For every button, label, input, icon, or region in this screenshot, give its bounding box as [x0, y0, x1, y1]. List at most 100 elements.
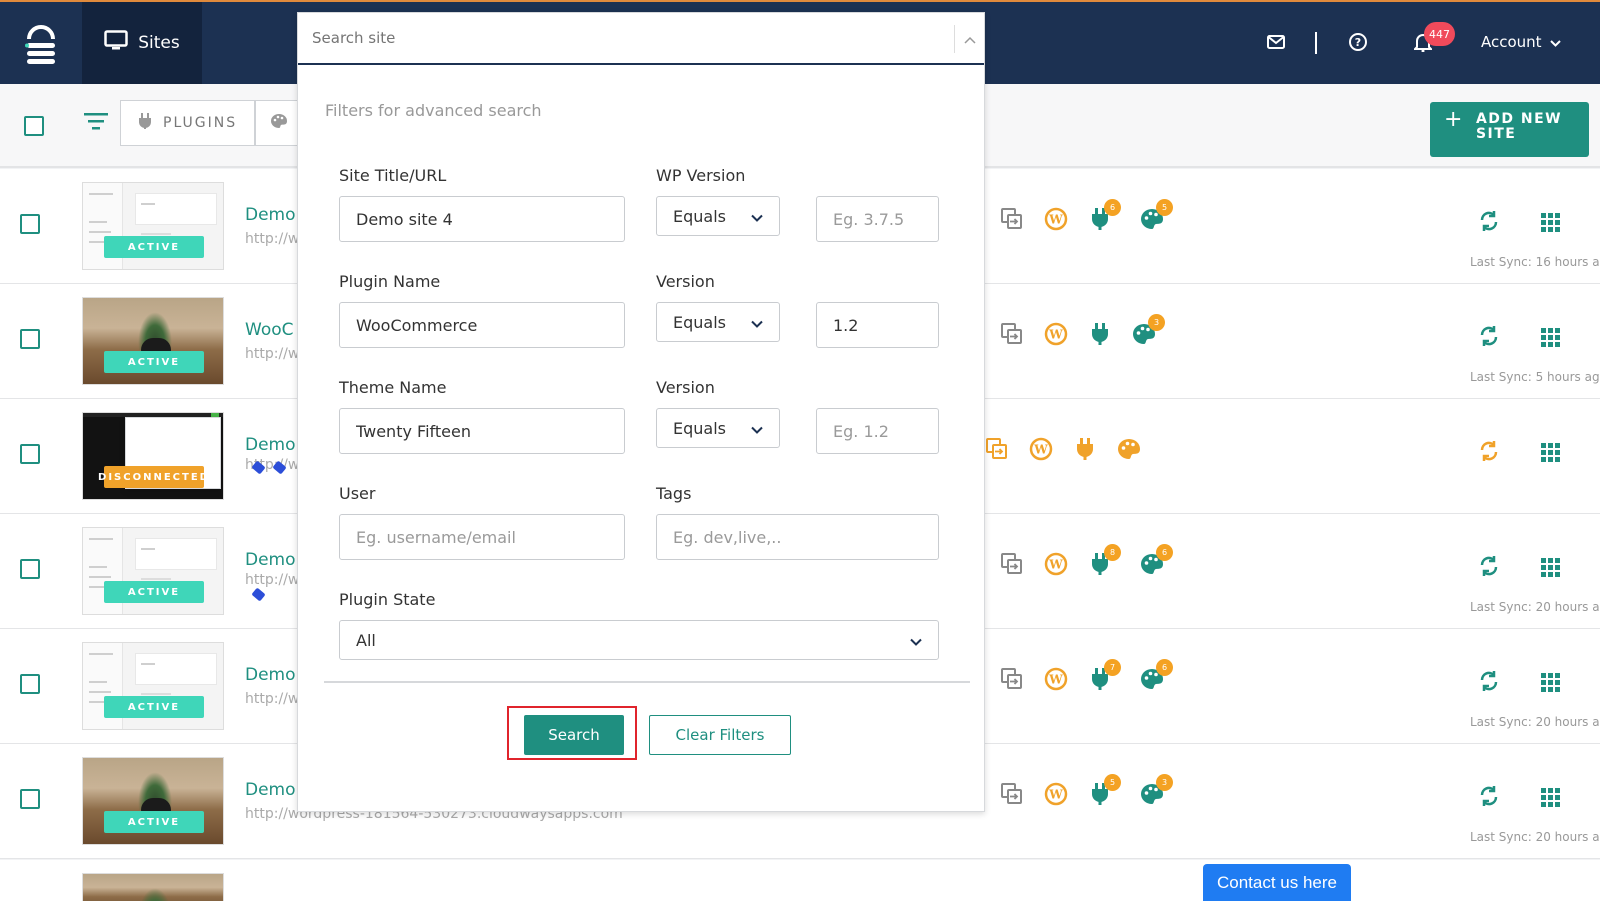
select-all-checkbox[interactable]	[24, 116, 44, 136]
chevron-down-icon	[751, 419, 763, 438]
palette-icon[interactable]: 6	[1140, 659, 1173, 691]
login-icon[interactable]	[985, 437, 1009, 461]
plugin-version-operator-value: Equals	[673, 312, 726, 332]
row-checkbox[interactable]	[20, 444, 40, 464]
plug-icon[interactable]	[1073, 437, 1097, 461]
last-sync-text: Last Sync: 5 hours ago	[1470, 370, 1600, 384]
chevron-down-icon	[751, 207, 763, 226]
row-checkbox[interactable]	[20, 214, 40, 234]
row-checkbox[interactable]	[20, 789, 40, 809]
plug-icon[interactable]: 8	[1088, 544, 1121, 576]
user-input[interactable]	[339, 514, 625, 560]
chevron-down-icon	[1549, 33, 1561, 51]
status-badge: ACTIVE	[104, 236, 204, 258]
login-icon[interactable]	[1000, 667, 1024, 691]
palette-icon[interactable]: 3	[1132, 314, 1165, 346]
logo-icon[interactable]	[0, 2, 82, 84]
collapse-search-button[interactable]	[954, 25, 984, 53]
wp-version-operator-value: Equals	[673, 206, 726, 226]
wordpress-icon[interactable]: W	[1044, 207, 1068, 231]
site-name-link[interactable]: Demo	[245, 780, 296, 800]
site-name-link[interactable]: Demo	[245, 665, 296, 685]
site-name-link[interactable]: Demo	[245, 435, 296, 455]
plug-icon[interactable]: 5	[1088, 774, 1121, 806]
plug-icon[interactable]	[1088, 322, 1112, 346]
sync-icon[interactable]	[1478, 209, 1500, 237]
site-actions: W 7 6	[1000, 659, 1184, 691]
apps-grid-icon[interactable]	[1541, 213, 1560, 232]
wordpress-icon[interactable]: W	[1044, 782, 1068, 806]
site-url-link[interactable]: http://w	[245, 691, 299, 707]
wordpress-icon[interactable]: W	[1044, 667, 1068, 691]
sync-icon[interactable]	[1478, 439, 1500, 467]
login-icon[interactable]	[1000, 207, 1024, 231]
site-url-link[interactable]: http://w	[245, 572, 299, 588]
site-name-link[interactable]: Demo	[245, 205, 296, 225]
tags-input[interactable]	[656, 514, 939, 560]
theme-version-input[interactable]	[816, 408, 939, 454]
search-input[interactable]	[312, 29, 932, 47]
plugin-version-operator-select[interactable]: Equals	[656, 302, 780, 342]
nav-tab-sites[interactable]: Sites	[82, 2, 202, 84]
wp-version-operator-select[interactable]: Equals	[656, 196, 780, 236]
row-checkbox[interactable]	[20, 674, 40, 694]
site-name-link[interactable]: WooC	[245, 320, 294, 340]
theme-update-badge: 6	[1156, 544, 1173, 561]
tag-icon[interactable]	[251, 587, 266, 602]
plugin-version-input[interactable]	[816, 302, 939, 348]
login-icon[interactable]	[1000, 322, 1024, 346]
row-checkbox[interactable]	[20, 329, 40, 349]
sync-icon[interactable]	[1478, 324, 1500, 352]
plugin-state-select[interactable]: All	[339, 620, 939, 660]
palette-icon[interactable]: 3	[1140, 774, 1173, 806]
theme-version-operator-select[interactable]: Equals	[656, 408, 780, 448]
sync-icon[interactable]	[1478, 554, 1500, 582]
mail-icon[interactable]	[1264, 30, 1288, 54]
apps-grid-icon[interactable]	[1541, 673, 1560, 692]
clear-filters-button[interactable]: Clear Filters	[649, 715, 791, 755]
palette-icon[interactable]	[1117, 437, 1141, 461]
apps-grid-icon[interactable]	[1541, 328, 1560, 347]
table-row[interactable]	[0, 860, 1600, 901]
help-icon[interactable]: ?	[1346, 30, 1370, 54]
plug-icon[interactable]: 6	[1088, 199, 1121, 231]
plugins-filter-chip[interactable]: PLUGINS	[120, 100, 255, 146]
site-thumbnail	[82, 873, 224, 901]
site-actions: W 8 6	[1000, 544, 1184, 576]
palette-icon[interactable]: 6	[1140, 544, 1173, 576]
wp-version-input[interactable]	[816, 196, 939, 242]
apps-grid-icon[interactable]	[1541, 788, 1560, 807]
login-icon[interactable]	[1000, 782, 1024, 806]
sync-icon[interactable]	[1478, 784, 1500, 812]
apps-grid-icon[interactable]	[1541, 558, 1560, 577]
plug-icon[interactable]: 7	[1088, 659, 1121, 691]
tags-label: Tags	[656, 484, 692, 503]
svg-text:W: W	[1048, 673, 1063, 687]
filter-icon[interactable]	[84, 112, 108, 134]
row-checkbox[interactable]	[20, 559, 40, 579]
theme-update-badge: 3	[1156, 774, 1173, 791]
search-button[interactable]: Search	[524, 715, 624, 755]
add-new-site-button[interactable]: + ADD NEW SITE	[1430, 102, 1589, 157]
wordpress-icon[interactable]: W	[1029, 437, 1053, 461]
contact-us-button[interactable]: Contact us here	[1203, 864, 1351, 901]
svg-text:W: W	[1048, 328, 1063, 342]
plugins-chip-label: PLUGINS	[163, 115, 238, 131]
site-title-input[interactable]	[339, 196, 625, 242]
site-url-link[interactable]: http://w	[245, 231, 299, 247]
wp-version-label: WP Version	[656, 166, 746, 185]
apps-grid-icon[interactable]	[1541, 443, 1560, 462]
account-menu[interactable]: Account	[1481, 33, 1561, 51]
site-name-link[interactable]: Demo	[245, 550, 296, 570]
themes-filter-chip[interactable]	[255, 100, 300, 146]
palette-icon[interactable]: 5	[1140, 199, 1173, 231]
site-url-link[interactable]: http://w	[245, 346, 299, 362]
wordpress-icon[interactable]: W	[1044, 322, 1068, 346]
status-badge: ACTIVE	[104, 696, 204, 718]
theme-name-input[interactable]	[339, 408, 625, 454]
wordpress-icon[interactable]: W	[1044, 552, 1068, 576]
login-icon[interactable]	[1000, 552, 1024, 576]
sync-icon[interactable]	[1478, 669, 1500, 697]
plugin-name-input[interactable]	[339, 302, 625, 348]
site-actions: W 6 5	[1000, 199, 1184, 231]
